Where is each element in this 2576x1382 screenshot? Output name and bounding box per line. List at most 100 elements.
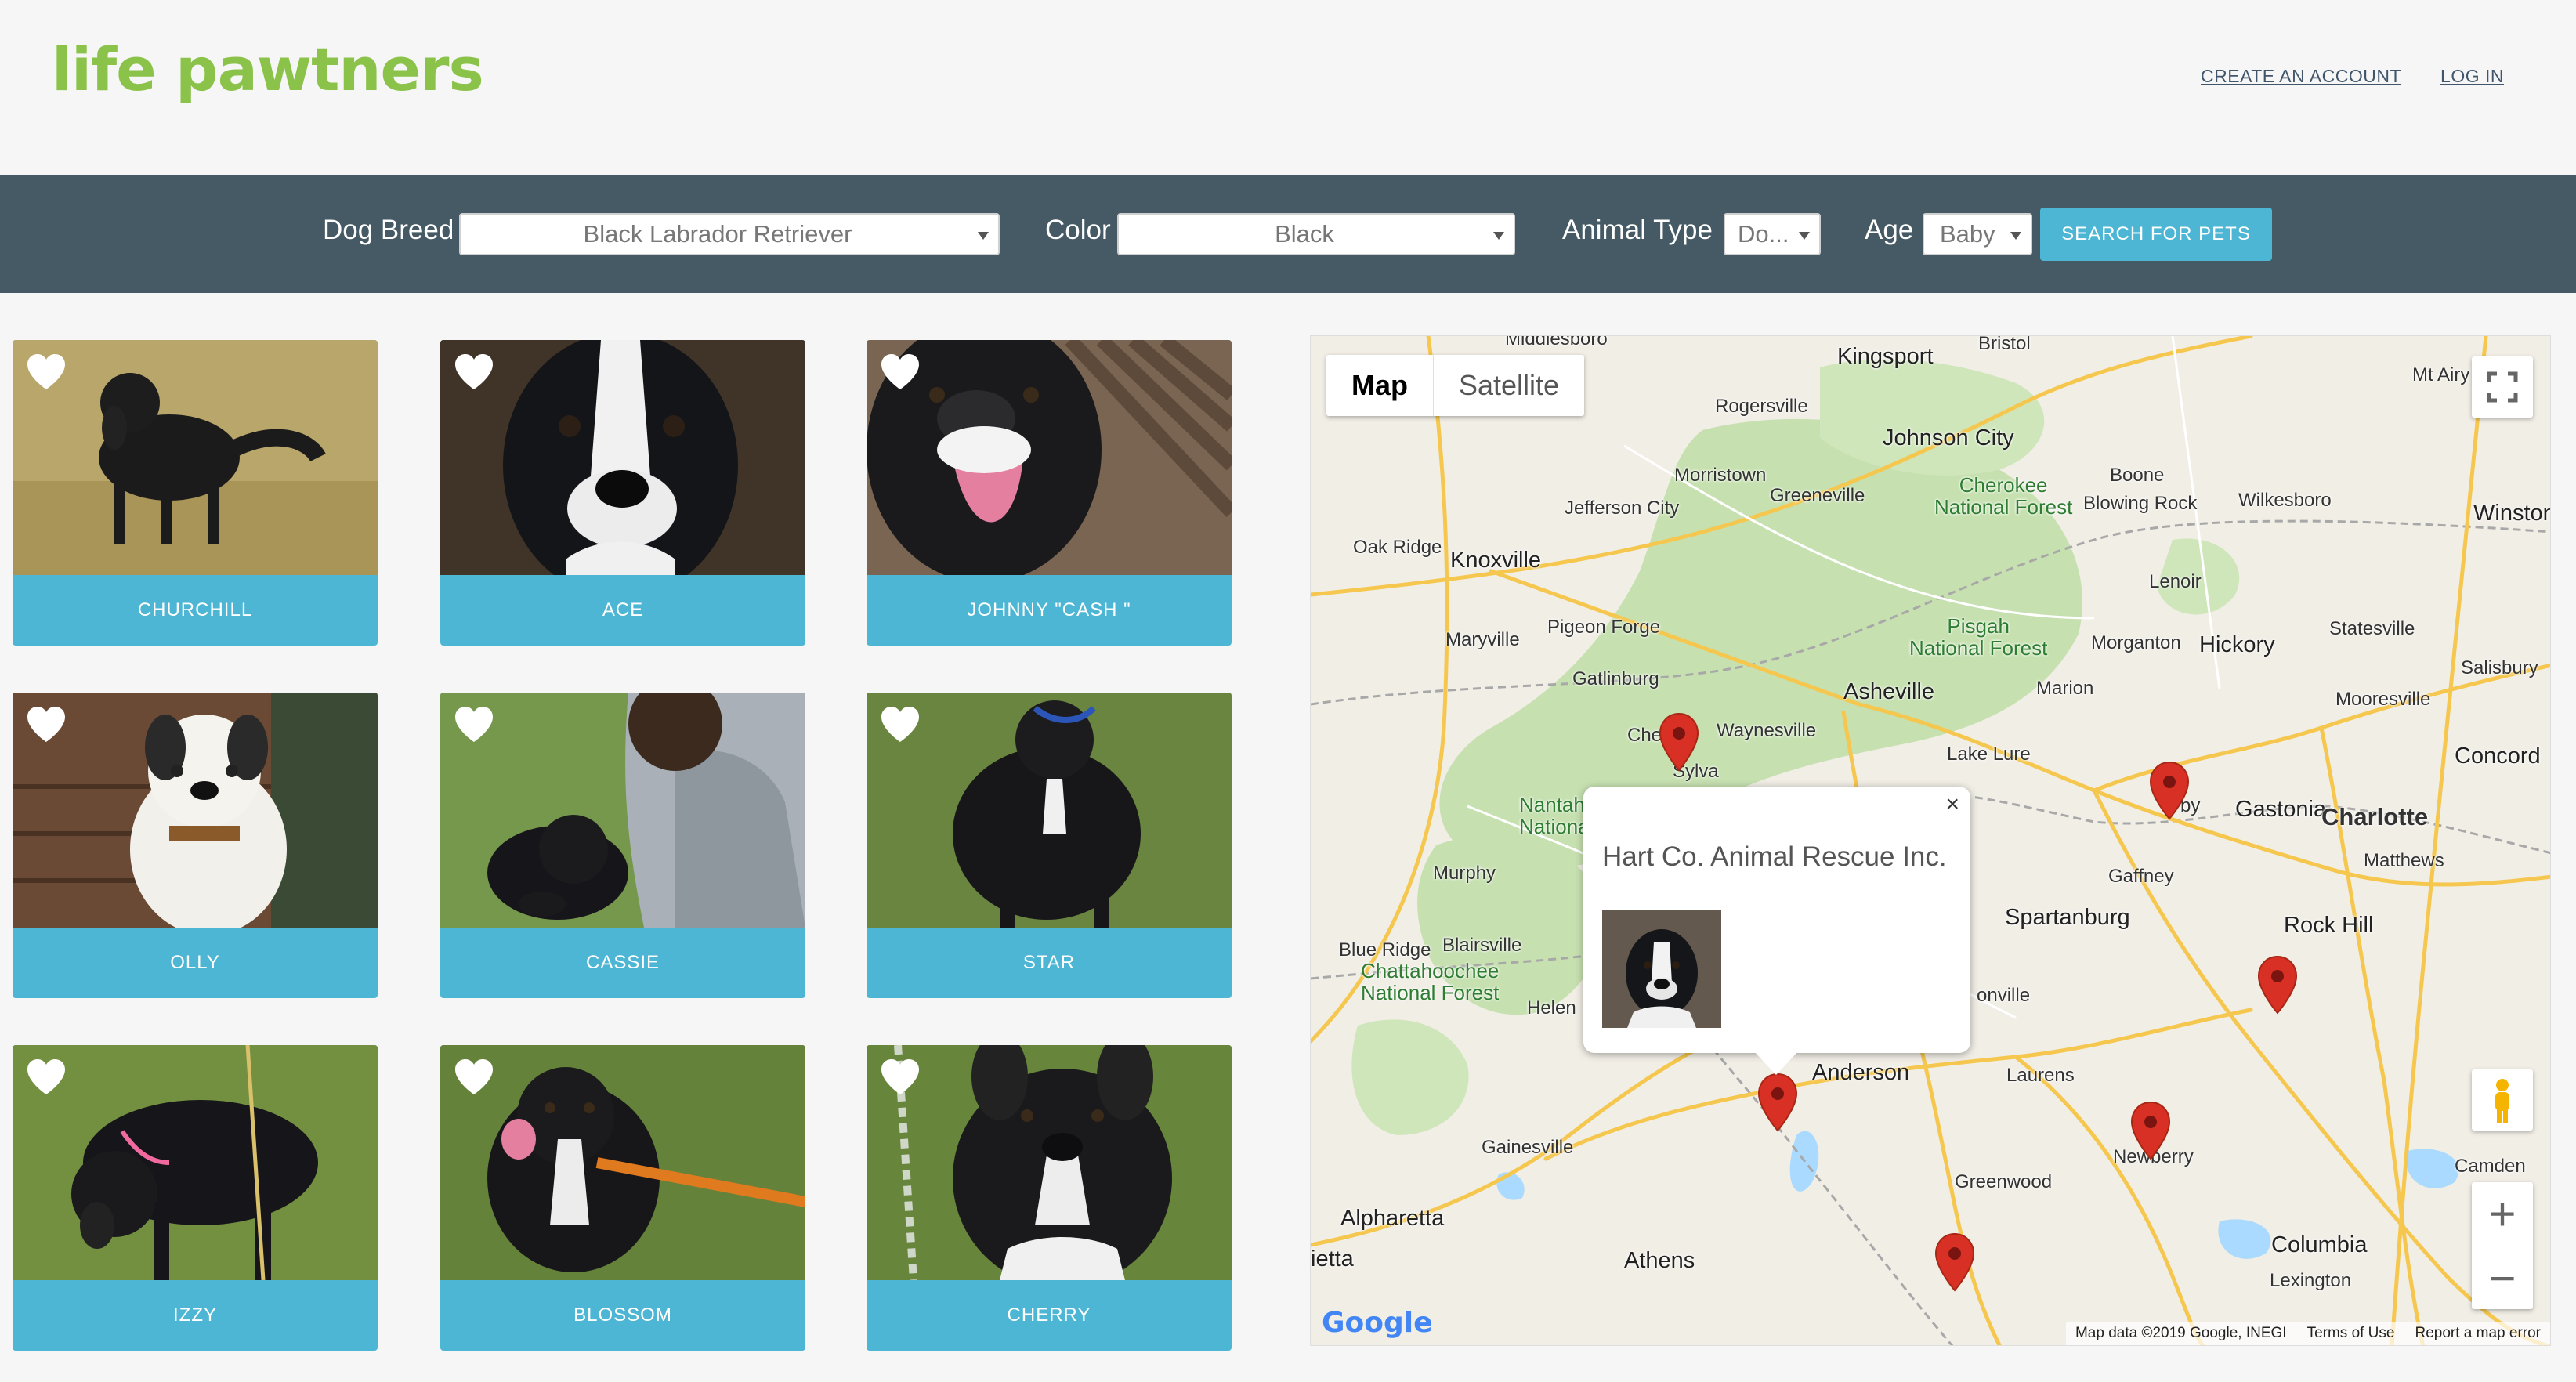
map-label-blowing-rock: Blowing Rock bbox=[2083, 493, 2198, 514]
pet-name[interactable]: CHURCHILL bbox=[13, 575, 378, 646]
map-label-anderson: Anderson bbox=[1812, 1060, 1910, 1085]
map-label-wilkesboro: Wilkesboro bbox=[2238, 490, 2332, 511]
log-in-link[interactable]: LOG IN bbox=[2440, 66, 2504, 87]
age-select[interactable]: Baby bbox=[1923, 213, 2032, 255]
map-marker[interactable] bbox=[1659, 712, 1699, 772]
map-marker-selected[interactable] bbox=[1757, 1073, 1798, 1132]
site-logo[interactable]: life pawtners bbox=[52, 34, 484, 104]
map-label-blairsville: Blairsville bbox=[1442, 935, 1522, 956]
map-label-murphy: Murphy bbox=[1433, 863, 1496, 884]
map-label-gatlinburg: Gatlinburg bbox=[1572, 668, 1659, 689]
color-label: Color bbox=[1045, 215, 1111, 245]
map-label-gastonia: Gastonia bbox=[2235, 797, 2327, 822]
animal-type-label: Animal Type bbox=[1562, 215, 1713, 245]
pet-card[interactable]: OLLY bbox=[13, 693, 378, 998]
street-view-pegman[interactable] bbox=[2472, 1069, 2533, 1131]
map-label-greenwood: Greenwood bbox=[1955, 1171, 2053, 1192]
map-label-gainesville: Gainesville bbox=[1482, 1137, 1574, 1158]
map-label-bristol: Bristol bbox=[1978, 335, 2031, 354]
favorite-heart-icon[interactable] bbox=[453, 1058, 495, 1097]
map-label-onville: onville bbox=[1977, 985, 2031, 1006]
chevron-down-icon bbox=[1799, 232, 1810, 240]
map-label-lake-lure: Lake Lure bbox=[1947, 743, 2031, 765]
favorite-heart-icon[interactable] bbox=[25, 705, 67, 744]
map-data-credit: Map data ©2019 Google, INEGI bbox=[2075, 1325, 2287, 1341]
map-label-columbia: Columbia bbox=[2271, 1232, 2368, 1257]
map-label-charlotte: Charlotte bbox=[2321, 803, 2429, 830]
map-label-gaffney: Gaffney bbox=[2108, 866, 2174, 887]
age-value: Baby bbox=[1940, 220, 1995, 248]
favorite-heart-icon[interactable] bbox=[879, 353, 921, 392]
chevron-down-icon bbox=[2010, 232, 2021, 240]
pet-name[interactable]: CHERRY bbox=[867, 1280, 1232, 1351]
map-attribution: Map data ©2019 Google, INEGI Terms of Us… bbox=[2065, 1322, 2550, 1345]
favorite-heart-icon[interactable] bbox=[879, 1058, 921, 1097]
fullscreen-button[interactable] bbox=[2472, 356, 2533, 418]
map-label-camden: Camden bbox=[2455, 1156, 2526, 1177]
map-label-statesville: Statesville bbox=[2329, 618, 2415, 639]
pet-card[interactable]: IZZY bbox=[13, 1045, 378, 1351]
pet-name[interactable]: ACE bbox=[440, 575, 805, 646]
map-label-concord: Concord bbox=[2455, 743, 2541, 769]
pet-card[interactable]: BLOSSOM bbox=[440, 1045, 805, 1351]
dog-breed-label: Dog Breed bbox=[323, 215, 454, 245]
pet-name[interactable]: OLLY bbox=[13, 928, 378, 998]
satellite-tab[interactable]: Satellite bbox=[1433, 355, 1584, 416]
pet-card[interactable]: JOHNNY "CASH " bbox=[867, 340, 1232, 646]
pet-card[interactable]: CHERRY bbox=[867, 1045, 1232, 1351]
pet-card[interactable]: STAR bbox=[867, 693, 1232, 998]
favorite-heart-icon[interactable] bbox=[453, 705, 495, 744]
pet-name[interactable]: BLOSSOM bbox=[440, 1280, 805, 1351]
map[interactable]: Middlesboro Bristol Kingsport Rogersvill… bbox=[1310, 335, 2551, 1346]
dog-breed-select[interactable]: Black Labrador Retriever bbox=[459, 213, 1000, 255]
map-label-middlesboro: Middlesboro bbox=[1505, 335, 1608, 349]
map-type-control: Map Satellite bbox=[1326, 355, 1585, 416]
age-label: Age bbox=[1865, 215, 1914, 245]
zoom-in-button[interactable]: + bbox=[2472, 1182, 2533, 1246]
map-label-oak-ridge: Oak Ridge bbox=[1353, 537, 1442, 558]
info-window-title: Hart Co. Animal Rescue Inc. bbox=[1602, 841, 1947, 872]
map-label-morganton: Morganton bbox=[2091, 632, 2181, 653]
pet-name[interactable]: STAR bbox=[867, 928, 1232, 998]
map-label-laurens: Laurens bbox=[2006, 1065, 2075, 1086]
chevron-down-icon bbox=[978, 232, 989, 240]
pet-card[interactable]: CASSIE bbox=[440, 693, 805, 998]
map-label-maryville: Maryville bbox=[1445, 629, 1520, 650]
report-map-error-link[interactable]: Report a map error bbox=[2415, 1325, 2541, 1342]
map-marker[interactable] bbox=[2130, 1101, 2171, 1160]
map-label-pisgah-nf: Pisgah National Forest bbox=[1909, 614, 2048, 660]
map-label-waynesville: Waynesville bbox=[1717, 720, 1817, 741]
map-label-spartanburg: Spartanburg bbox=[2005, 905, 2130, 930]
favorite-heart-icon[interactable] bbox=[25, 353, 67, 392]
map-label-blue-ridge: Blue Ridge bbox=[1339, 939, 1431, 961]
map-label-greeneville: Greeneville bbox=[1770, 485, 1865, 506]
close-icon[interactable]: × bbox=[1945, 791, 1959, 818]
map-label-rogersville: Rogersville bbox=[1715, 396, 1808, 417]
info-window-pointer bbox=[1754, 1051, 1798, 1075]
fullscreen-icon bbox=[2487, 371, 2518, 403]
favorite-heart-icon[interactable] bbox=[25, 1058, 67, 1097]
map-tab[interactable]: Map bbox=[1326, 355, 1433, 416]
pet-name[interactable]: JOHNNY "CASH " bbox=[867, 575, 1232, 646]
info-window-pet-photo[interactable] bbox=[1602, 910, 1721, 1028]
map-label-rock-hill: Rock Hill bbox=[2284, 913, 2374, 938]
map-label-winston: Winston bbox=[2473, 501, 2551, 526]
color-select[interactable]: Black bbox=[1117, 213, 1515, 255]
pet-name[interactable]: IZZY bbox=[13, 1280, 378, 1351]
pet-card[interactable]: ACE bbox=[440, 340, 805, 646]
favorite-heart-icon[interactable] bbox=[453, 353, 495, 392]
pet-name[interactable]: CASSIE bbox=[440, 928, 805, 998]
favorite-heart-icon[interactable] bbox=[879, 705, 921, 744]
map-marker[interactable] bbox=[2149, 761, 2190, 820]
search-for-pets-button[interactable]: SEARCH FOR PETS bbox=[2040, 208, 2272, 261]
map-marker[interactable] bbox=[1934, 1232, 1975, 1292]
animal-type-select[interactable]: Do... bbox=[1724, 213, 1821, 255]
zoom-out-button[interactable]: − bbox=[2472, 1246, 2533, 1310]
map-marker[interactable] bbox=[2257, 955, 2298, 1015]
create-account-link[interactable]: CREATE AN ACCOUNT bbox=[2201, 66, 2401, 87]
map-label-pigeon-forge: Pigeon Forge bbox=[1547, 617, 1661, 638]
google-logo[interactable]: Google bbox=[1322, 1307, 1433, 1339]
pet-card[interactable]: CHURCHILL bbox=[13, 340, 378, 646]
map-label-morristown: Morristown bbox=[1674, 465, 1767, 486]
terms-of-use-link[interactable]: Terms of Use bbox=[2307, 1325, 2395, 1342]
